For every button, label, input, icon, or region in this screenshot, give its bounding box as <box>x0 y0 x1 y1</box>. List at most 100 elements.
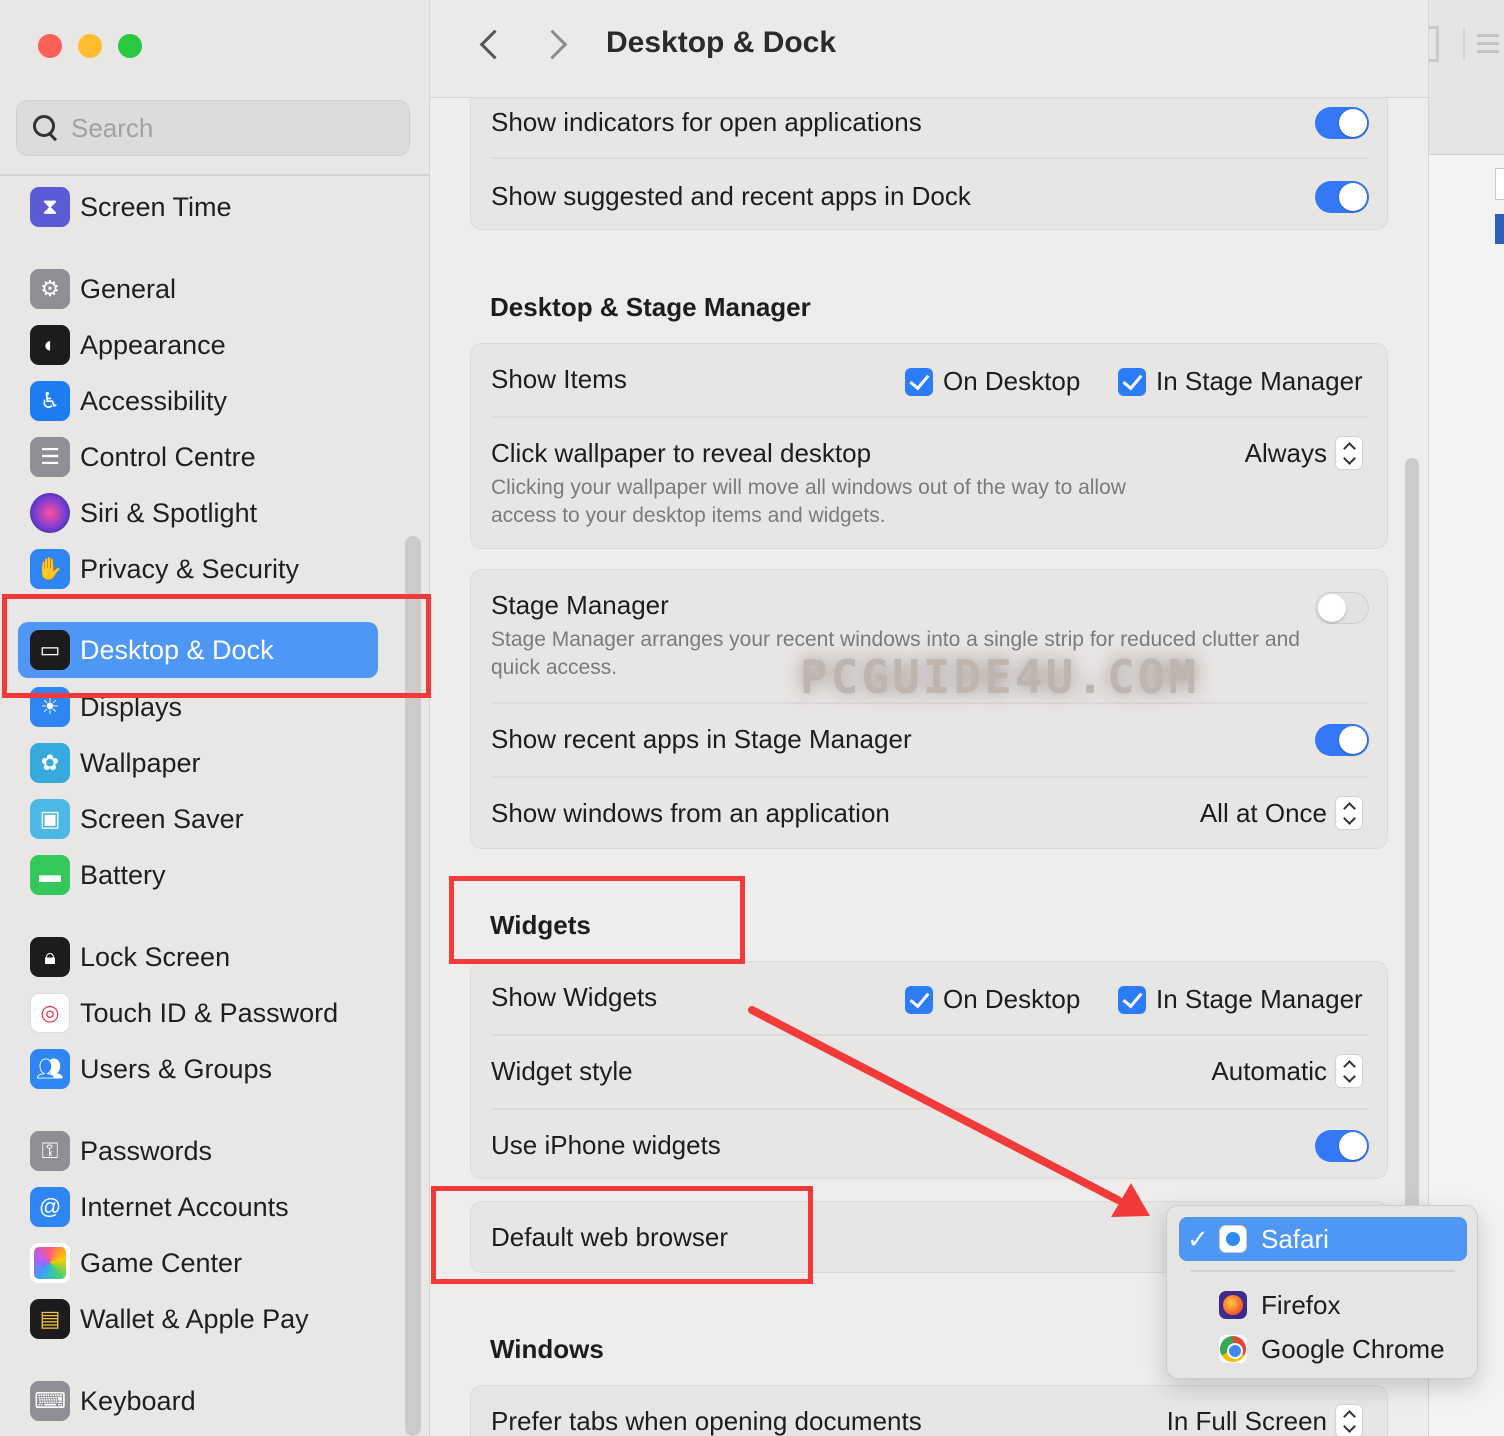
popup-value: In Full Screen <box>1166 1405 1327 1436</box>
word-document-icon <box>1495 214 1504 244</box>
show-indicators-toggle[interactable] <box>1315 107 1369 139</box>
sidebar-item-label: General <box>80 273 177 304</box>
row-divider <box>491 1034 1369 1036</box>
sidebar-item-control-centre[interactable]: ☰ Control Centre <box>18 429 378 485</box>
menu-item-google-chrome[interactable]: Google Chrome <box>1179 1327 1467 1371</box>
show-windows-row: Show windows from an application All at … <box>491 796 1369 832</box>
sidebar-item-label: Internet Accounts <box>80 1191 289 1222</box>
widget-style-label: Widget style <box>491 1056 633 1086</box>
show-recent-row: Show recent apps in Stage Manager <box>491 724 1369 758</box>
click-wallpaper-popup[interactable]: Always <box>1245 436 1363 470</box>
users-icon: 👥︎ <box>30 1049 70 1089</box>
sidebar-item-wallpaper[interactable]: ✿ Wallpaper <box>18 735 378 791</box>
sidebar-item-keyboard[interactable]: ⌨ Keyboard <box>18 1373 378 1429</box>
back-button[interactable] <box>470 26 510 66</box>
prefer-tabs-label: Prefer tabs when opening documents <box>491 1406 922 1436</box>
show-items-card: Show Items On Desktop In Stage Manager C… <box>470 343 1388 549</box>
battery-icon: ▬ <box>30 855 70 895</box>
sidebar-item-wallet-apple-pay[interactable]: ▤ Wallet & Apple Pay <box>18 1291 378 1347</box>
show-suggested-label: Show suggested and recent apps in Dock <box>491 181 971 211</box>
sidebar-item-label: Accessibility <box>80 385 228 416</box>
use-iphone-widgets-toggle[interactable] <box>1315 1130 1369 1162</box>
use-iphone-widgets-label: Use iPhone widgets <box>491 1130 721 1160</box>
sidebar: ⧗ Screen Time ⚙ General ◐ Appearance ♿ A… <box>0 0 430 1436</box>
show-recent-toggle[interactable] <box>1315 724 1369 756</box>
sidebar-item-game-center[interactable]: Game Center <box>18 1235 378 1291</box>
menu-item-safari[interactable]: ✓ Safari <box>1179 1217 1467 1261</box>
show-widgets-label: Show Widgets <box>491 982 658 1012</box>
show-items-label: Show Items <box>491 364 627 394</box>
main-scrollbar[interactable] <box>1405 458 1419 1218</box>
sidebar-item-passwords[interactable]: ⚿ Passwords <box>18 1123 378 1179</box>
sidebar-item-label: Wallpaper <box>80 747 201 778</box>
checkmark-icon: ✓ <box>1187 1223 1209 1254</box>
gear-icon: ⚙ <box>30 269 70 309</box>
sidebar-item-users-groups[interactable]: 👥︎ Users & Groups <box>18 1041 378 1097</box>
sidebar-item-privacy-security[interactable]: ✋ Privacy & Security <box>18 541 378 597</box>
close-window-button[interactable] <box>38 34 62 58</box>
prefer-tabs-popup[interactable]: In Full Screen <box>1167 1404 1363 1436</box>
sidebar-item-label: Lock Screen <box>80 941 231 972</box>
hand-icon: ✋ <box>30 549 70 589</box>
windows-card: Prefer tabs when opening documents In Fu… <box>470 1385 1388 1436</box>
keyboard-icon: ⌨ <box>30 1381 70 1421</box>
sidebar-item-appearance[interactable]: ◐ Appearance <box>18 317 378 373</box>
sidebar-item-lock-screen[interactable]: 🔒︎ Lock Screen <box>18 929 378 985</box>
sidebar-item-general[interactable]: ⚙ General <box>18 261 378 317</box>
zoom-window-button[interactable] <box>118 34 142 58</box>
document-icon <box>1495 168 1504 200</box>
sidebar-divider <box>0 174 430 176</box>
show-indicators-label: Show indicators for open applications <box>491 107 922 137</box>
control-centre-icon: ☰ <box>30 437 70 477</box>
annotation-box-default-browser <box>431 1186 813 1284</box>
menu-item-label: Google Chrome <box>1261 1333 1445 1364</box>
widget-style-popup[interactable]: Automatic <box>1211 1054 1363 1088</box>
menu-item-label: Safari <box>1261 1223 1329 1254</box>
chrome-icon <box>1219 1335 1247 1363</box>
sidebar-item-screen-saver[interactable]: ▣ Screen Saver <box>18 791 378 847</box>
click-wallpaper-label: Click wallpaper to reveal desktop <box>491 438 872 468</box>
sidebar-item-touch-id-password[interactable]: ◎ Touch ID & Password <box>18 985 378 1041</box>
show-widgets-in-stage-manager-checkbox[interactable]: In Stage Manager <box>1118 984 1363 1015</box>
forward-button[interactable] <box>538 26 578 66</box>
sidebar-item-siri-spotlight[interactable]: Siri & Spotlight <box>18 485 378 541</box>
sidebar-item-label: Appearance <box>80 329 226 360</box>
show-widgets-on-desktop-checkbox[interactable]: On Desktop <box>905 984 1080 1015</box>
sidebar-item-battery[interactable]: ▬ Battery <box>18 847 378 903</box>
minimize-window-button[interactable] <box>78 34 102 58</box>
show-windows-popup[interactable]: All at Once <box>1200 796 1363 830</box>
show-suggested-row: Show suggested and recent apps in Dock <box>491 181 1369 215</box>
siri-icon <box>30 493 70 533</box>
show-widgets-row: Show Widgets On Desktop In Stage Manager <box>491 982 1369 1016</box>
sidebar-item-internet-accounts[interactable]: @ Internet Accounts <box>18 1179 378 1235</box>
sidebar-item-label: Screen Saver <box>80 803 244 834</box>
menu-item-firefox[interactable]: Firefox <box>1179 1283 1467 1327</box>
toolbar: Desktop & Dock <box>430 0 1428 98</box>
row-divider <box>491 157 1369 159</box>
default-browser-menu: ✓ Safari Firefox Google Chrome <box>1166 1205 1478 1379</box>
widget-style-row: Widget style Automatic <box>491 1054 1369 1090</box>
on-desktop-label: On Desktop <box>943 984 1081 1014</box>
firefox-icon <box>1219 1291 1247 1319</box>
show-suggested-toggle[interactable] <box>1315 181 1369 213</box>
chevron-up-down-icon <box>1335 1054 1363 1088</box>
show-items-in-stage-manager-checkbox[interactable]: In Stage Manager <box>1118 366 1363 397</box>
windows-section-heading: Windows <box>490 1334 604 1364</box>
show-items-on-desktop-checkbox[interactable]: On Desktop <box>905 366 1080 397</box>
sidebar-item-label: Users & Groups <box>80 1053 273 1084</box>
stage-section-heading: Desktop & Stage Manager <box>490 292 811 322</box>
sidebar-item-accessibility[interactable]: ♿ Accessibility <box>18 373 378 429</box>
on-desktop-label: On Desktop <box>943 366 1081 396</box>
screen-saver-icon: ▣ <box>30 799 70 839</box>
search-input[interactable] <box>71 112 371 144</box>
stage-manager-toggle[interactable] <box>1315 592 1369 624</box>
menu-separator <box>1191 1270 1455 1272</box>
checkbox-checked-icon <box>1118 985 1146 1014</box>
checkbox-checked-icon <box>905 985 933 1014</box>
search-field[interactable] <box>16 100 410 156</box>
appearance-icon: ◐ <box>30 325 70 365</box>
window-controls <box>38 34 142 58</box>
background-toolbar-divider <box>1463 28 1465 60</box>
sidebar-item-screen-time[interactable]: ⧗ Screen Time <box>18 179 378 235</box>
sidebar-item-label: Touch ID & Password <box>80 997 339 1028</box>
